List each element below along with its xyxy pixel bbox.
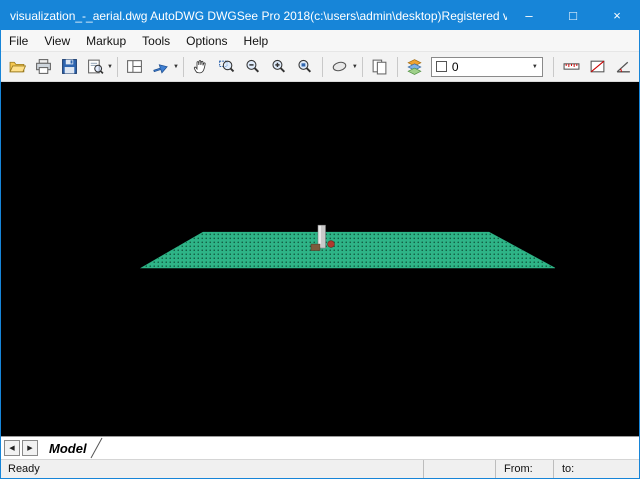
layer-combo-value: 0 (452, 60, 459, 74)
ellipse-tool-group: ▼ (327, 55, 358, 79)
menu-options[interactable]: Options (178, 30, 235, 51)
measure-area-icon (589, 58, 606, 75)
status-from-label: From: (495, 460, 553, 478)
scene (1, 82, 639, 436)
layers-button[interactable] (403, 55, 427, 79)
menu-file[interactable]: File (1, 30, 36, 51)
measure-distance-button[interactable] (559, 55, 583, 79)
print-preview-dropdown[interactable]: ▼ (107, 64, 113, 70)
markup-arrow-button[interactable] (149, 55, 173, 79)
markup-arrow-icon (152, 58, 169, 75)
layer-color-swatch (436, 61, 447, 72)
open-button[interactable] (5, 55, 29, 79)
menu-help[interactable]: Help (236, 30, 277, 51)
status-right-panel: From: to: (423, 460, 639, 478)
measure-angle-icon (615, 58, 632, 75)
layer-combo[interactable]: 0 ▼ (431, 57, 543, 77)
tab-model[interactable]: Model (39, 437, 104, 459)
zoom-in-button[interactable] (267, 55, 291, 79)
base-block (311, 244, 320, 250)
zoom-window-icon (218, 58, 235, 75)
measure-tools-group (549, 55, 636, 79)
minimize-button[interactable]: – (507, 1, 551, 30)
ellipse-tool-icon (331, 58, 348, 75)
window-controls: – □ × (507, 1, 639, 30)
toolbar-separator (183, 57, 184, 77)
app-window: visualization_-_aerial.dwg AutoDWG DWGSe… (0, 0, 640, 479)
toolbar-separator (322, 57, 323, 77)
save-button[interactable] (57, 55, 81, 79)
measure-distance-icon (563, 58, 580, 75)
pages-button[interactable] (368, 55, 392, 79)
titlebar: visualization_-_aerial.dwg AutoDWG DWGSe… (1, 1, 639, 30)
tab-scroll-left-button[interactable]: ◀ (4, 440, 20, 456)
zoom-out-icon (244, 58, 261, 75)
print-icon (35, 58, 52, 75)
zoom-out-button[interactable] (241, 55, 265, 79)
zoom-extents-button[interactable] (293, 55, 317, 79)
menu-tools[interactable]: Tools (134, 30, 178, 51)
toolbar-separator (553, 57, 554, 77)
print-preview-icon (87, 58, 104, 75)
save-icon (61, 58, 78, 75)
close-button[interactable]: × (595, 1, 639, 30)
pages-icon (371, 58, 388, 75)
menubar: File View Markup Tools Options Help (1, 30, 639, 52)
tab-slant-edge (90, 437, 104, 459)
measure-area-button[interactable] (585, 55, 609, 79)
status-bar: Ready From: to: (1, 459, 639, 478)
tab-scroll-right-button[interactable]: ▶ (22, 440, 38, 456)
status-to-label: to: (553, 460, 639, 478)
toolbar-separator (397, 57, 398, 77)
print-preview-group: ▼ (82, 55, 113, 79)
layout-button[interactable] (123, 55, 147, 79)
open-icon (9, 58, 26, 75)
toolbar-separator (117, 57, 118, 77)
markup-arrow-dropdown[interactable]: ▼ (173, 64, 179, 70)
tab-model-label: Model (39, 441, 90, 456)
menu-markup[interactable]: Markup (78, 30, 134, 51)
print-button[interactable] (31, 55, 55, 79)
ground-plane (141, 232, 555, 268)
layout-icon (126, 58, 143, 75)
toolbar: ▼ ▼ ▼ (1, 52, 639, 82)
pan-icon (192, 58, 209, 75)
zoom-window-button[interactable] (215, 55, 239, 79)
tab-bar: ◀ ▶ Model (1, 436, 639, 459)
markup-arrow-group: ▼ (148, 55, 179, 79)
toolbar-separator (362, 57, 363, 77)
drawing-canvas[interactable] (1, 82, 639, 436)
pan-button[interactable] (189, 55, 213, 79)
red-marker (328, 241, 335, 248)
layers-icon (406, 58, 423, 75)
print-preview-button[interactable] (83, 55, 107, 79)
zoom-extents-icon (296, 58, 313, 75)
measure-angle-button[interactable] (611, 55, 635, 79)
status-empty-cell (423, 460, 495, 478)
ellipse-tool-button[interactable] (328, 55, 352, 79)
menu-view[interactable]: View (36, 30, 78, 51)
layer-combo-dropdown[interactable]: ▼ (532, 64, 538, 70)
ellipse-tool-dropdown[interactable]: ▼ (352, 64, 358, 70)
status-ready-text: Ready (1, 463, 40, 475)
window-title: visualization_-_aerial.dwg AutoDWG DWGSe… (1, 9, 507, 23)
zoom-in-icon (270, 58, 287, 75)
maximize-button[interactable]: □ (551, 1, 595, 30)
